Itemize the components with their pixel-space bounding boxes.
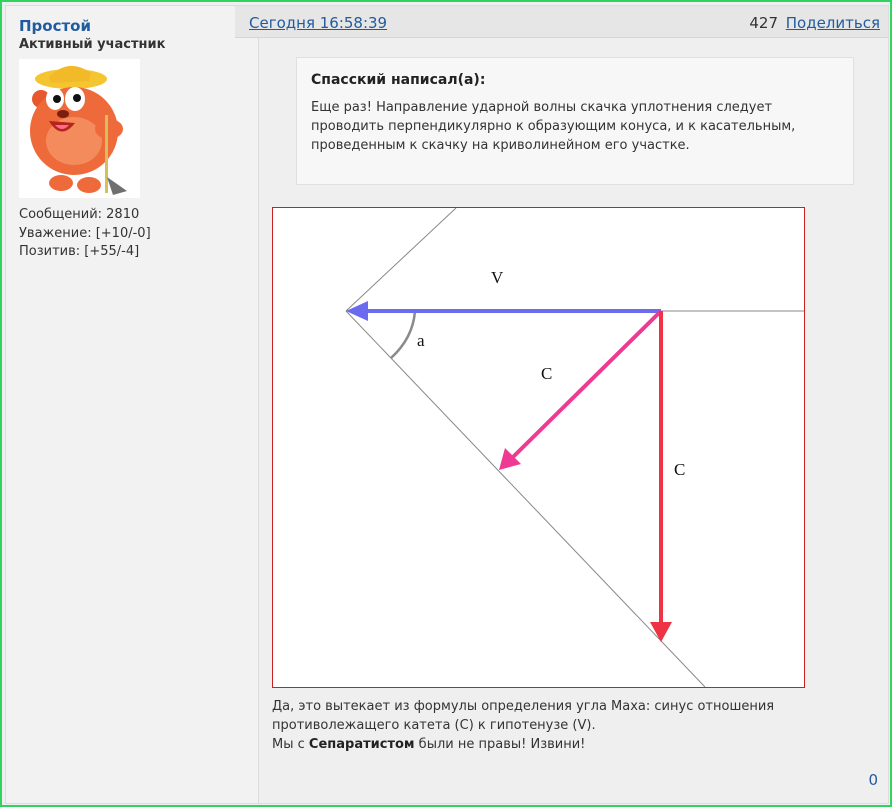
- post-container: Простой Активный участник Сообщений: 281…: [5, 5, 889, 804]
- post-number: 427: [749, 14, 778, 32]
- mentioned-user: Сепаратистом: [308, 737, 415, 752]
- angle-arc: [390, 310, 417, 359]
- messages-count: Сообщений: 2810: [19, 207, 140, 222]
- post-body: Спасский написал(а): Еще раз! Направлени…: [259, 38, 888, 803]
- arrow-v-head: [346, 301, 368, 321]
- cone-upper-line: [345, 208, 457, 312]
- user-stats: Сообщений: 2810 Уважение: [+10/-0] Позит…: [19, 206, 151, 262]
- attached-diagram-image: V a C C: [272, 207, 805, 688]
- cone-lower-line: [345, 310, 706, 687]
- post-reply-text: Да, это вытекает из формулы определения …: [272, 697, 872, 754]
- quote-text: Еще раз! Направление ударной волны скачк…: [311, 100, 796, 153]
- reply-line-1: Да, это вытекает из формулы определения …: [272, 699, 775, 733]
- positive-score: Позитив: [+55/-4]: [19, 244, 140, 259]
- quote-author: Спасский написал(а):: [311, 72, 486, 88]
- user-profile-column: Простой Активный участник Сообщений: 281…: [6, 6, 259, 803]
- like-counter[interactable]: 0: [868, 771, 878, 789]
- arrow-c-diagonal: [509, 309, 663, 461]
- reply-line-2-prefix: Мы с: [272, 737, 309, 752]
- username[interactable]: Простой: [19, 17, 91, 35]
- quote-block: Спасский написал(а): Еще раз! Направлени…: [296, 57, 854, 185]
- share-link[interactable]: Поделиться: [786, 14, 880, 32]
- label-c-vertical: C: [674, 460, 685, 479]
- label-c-diagonal: C: [541, 364, 552, 383]
- avatar: [19, 59, 140, 198]
- post-date-link[interactable]: Сегодня 16:58:39: [249, 14, 387, 32]
- post-header: Сегодня 16:58:39 427 Поделиться: [235, 6, 888, 38]
- arrow-c-vertical-head: [650, 622, 672, 642]
- label-v: V: [491, 268, 504, 287]
- label-a: a: [417, 331, 425, 350]
- reply-line-2-suffix: были не правы! Извини!: [414, 737, 586, 752]
- user-rank: Активный участник: [19, 37, 166, 52]
- respect-score: Уважение: [+10/-0]: [19, 225, 151, 241]
- reply-line-2: Мы с Сепаратистом были не правы! Извини!: [272, 735, 872, 754]
- page-frame: Простой Активный участник Сообщений: 281…: [0, 0, 892, 807]
